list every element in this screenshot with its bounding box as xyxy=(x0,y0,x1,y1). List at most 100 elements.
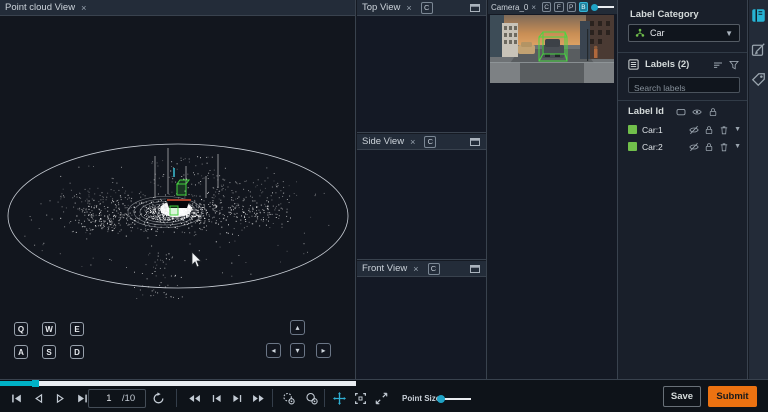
hotkey-e[interactable]: E xyxy=(70,322,84,336)
frame-counter: /10 xyxy=(88,389,146,408)
label-cuboid-car1[interactable] xyxy=(177,180,189,195)
play-button[interactable] xyxy=(52,391,68,406)
camera-image[interactable] xyxy=(490,15,614,83)
eye-off-icon[interactable] xyxy=(689,125,699,135)
camera-panel: Camera_0 × C F P B xyxy=(488,0,618,379)
front-view-title: Front View xyxy=(362,263,407,274)
list-icon xyxy=(628,59,639,70)
hotkey-s[interactable]: S xyxy=(42,345,56,359)
move-tool-button[interactable] xyxy=(331,391,347,406)
fast-forward-button[interactable] xyxy=(250,391,266,406)
camera-header: Camera_0 × C F P B xyxy=(488,0,617,14)
pan-left-button[interactable]: ◂ xyxy=(266,343,281,358)
point-cloud-ground-toggle[interactable] xyxy=(280,391,296,406)
submit-button[interactable]: Submit xyxy=(708,386,757,407)
top-view-header: Top View × C xyxy=(357,0,486,16)
seekbar-handle[interactable] xyxy=(32,380,39,387)
front-view-header: Front View × C xyxy=(357,261,486,277)
close-icon[interactable]: × xyxy=(81,3,86,13)
frame-number-input[interactable] xyxy=(99,393,119,404)
maximize-icon[interactable] xyxy=(469,136,481,148)
filter-icon[interactable] xyxy=(729,60,739,70)
point-cloud-intensity-toggle[interactable] xyxy=(303,391,319,406)
hotkey-q[interactable]: Q xyxy=(14,322,28,336)
point-size-knob[interactable] xyxy=(437,395,445,403)
previous-frame-button[interactable] xyxy=(30,391,46,406)
lock-icon[interactable] xyxy=(704,125,714,135)
hotkey-a[interactable]: A xyxy=(14,345,28,359)
top-view-c-button[interactable]: C xyxy=(421,2,433,14)
side-view-header: Side View × C xyxy=(357,134,486,150)
search-labels-box xyxy=(628,77,740,93)
fit-box-button[interactable] xyxy=(352,391,368,406)
ortho-views-column: Top View × C Side View × C Front View × xyxy=(357,0,487,379)
point-cloud-viewport[interactable]: Q W E A S D ▴ ◂ ▾ ▸ xyxy=(0,16,355,379)
hotkey-d[interactable]: D xyxy=(70,345,84,359)
edit-icon[interactable] xyxy=(751,42,766,57)
trash-icon[interactable] xyxy=(719,125,729,135)
chevron-down-icon[interactable]: ▼ xyxy=(734,143,741,150)
camera-b-button[interactable]: B xyxy=(579,2,588,12)
front-view-viewport[interactable] xyxy=(357,277,486,379)
label-row-car2[interactable]: Car:2 ▼ xyxy=(628,139,741,154)
camera-f-button[interactable]: F xyxy=(554,2,563,12)
label-name: Car:2 xyxy=(642,142,663,152)
label-name: Car:1 xyxy=(642,125,663,135)
annotation-app: Point cloud View × xyxy=(0,0,768,412)
step-back-button[interactable] xyxy=(208,391,224,406)
label-cuboid-car2[interactable] xyxy=(170,206,178,215)
skip-to-start-button[interactable] xyxy=(8,391,24,406)
close-icon[interactable]: × xyxy=(413,264,418,274)
lock-icon[interactable] xyxy=(704,142,714,152)
pan-right-button[interactable]: ▸ xyxy=(316,343,331,358)
sort-icon[interactable] xyxy=(713,60,723,70)
fast-rewind-button[interactable] xyxy=(186,391,202,406)
camera-slider-knob[interactable] xyxy=(591,4,598,11)
point-size-slider[interactable] xyxy=(441,398,471,400)
camera-opacity-slider[interactable] xyxy=(594,6,614,8)
point-cloud-title: Point cloud View xyxy=(5,2,75,13)
search-labels-input[interactable] xyxy=(629,81,739,95)
camera-p-button[interactable]: P xyxy=(567,2,576,12)
labels-panel-icon[interactable] xyxy=(751,8,766,23)
close-icon[interactable]: × xyxy=(531,3,536,12)
top-view-viewport[interactable] xyxy=(357,16,486,132)
point-cloud-header: Point cloud View × xyxy=(0,0,355,16)
label-row-car1[interactable]: Car:1 ▼ xyxy=(628,122,741,137)
close-icon[interactable]: × xyxy=(406,3,411,13)
pan-up-button[interactable]: ▴ xyxy=(290,320,305,335)
side-view-c-button[interactable]: C xyxy=(424,136,436,148)
tag-icon[interactable] xyxy=(751,72,766,87)
fullscreen-button[interactable] xyxy=(373,391,389,406)
cuboid-icon[interactable] xyxy=(676,107,686,117)
lock-icon[interactable] xyxy=(708,107,718,117)
maximize-icon[interactable] xyxy=(469,263,481,275)
save-button[interactable]: Save xyxy=(663,386,701,407)
camera-c-button[interactable]: C xyxy=(542,2,551,12)
frame-seekbar[interactable] xyxy=(0,381,356,386)
side-view-viewport[interactable] xyxy=(357,150,486,259)
camera-title: Camera_0 xyxy=(491,3,528,12)
pan-down-button[interactable]: ▾ xyxy=(290,343,305,358)
arrow-right-icon: ▸ xyxy=(321,346,325,355)
eye-off-icon[interactable] xyxy=(689,142,699,152)
maximize-icon[interactable] xyxy=(469,2,481,14)
step-forward-button[interactable] xyxy=(229,391,245,406)
label-category-select[interactable]: Car ▼ xyxy=(628,24,740,42)
hotkey-w[interactable]: W xyxy=(42,322,56,336)
close-icon[interactable]: × xyxy=(410,137,415,147)
label-category-title: Label Category xyxy=(630,9,699,20)
front-view-panel: Front View × C xyxy=(357,261,486,379)
top-view-title: Top View xyxy=(362,2,400,13)
trash-icon[interactable] xyxy=(719,142,729,152)
frame-total-label: /10 xyxy=(122,393,135,404)
labels-count-header: Labels (2) xyxy=(645,59,689,70)
chevron-down-icon[interactable]: ▼ xyxy=(734,126,741,133)
loop-playback-button[interactable] xyxy=(150,391,166,406)
front-view-c-button[interactable]: C xyxy=(428,263,440,275)
category-value: Car xyxy=(650,28,665,38)
label-sidebar: Label Category Car ▼ Labels (2) xyxy=(618,0,748,379)
eye-icon[interactable] xyxy=(692,107,702,117)
category-icon xyxy=(635,28,645,38)
arrow-left-icon: ◂ xyxy=(271,346,275,355)
